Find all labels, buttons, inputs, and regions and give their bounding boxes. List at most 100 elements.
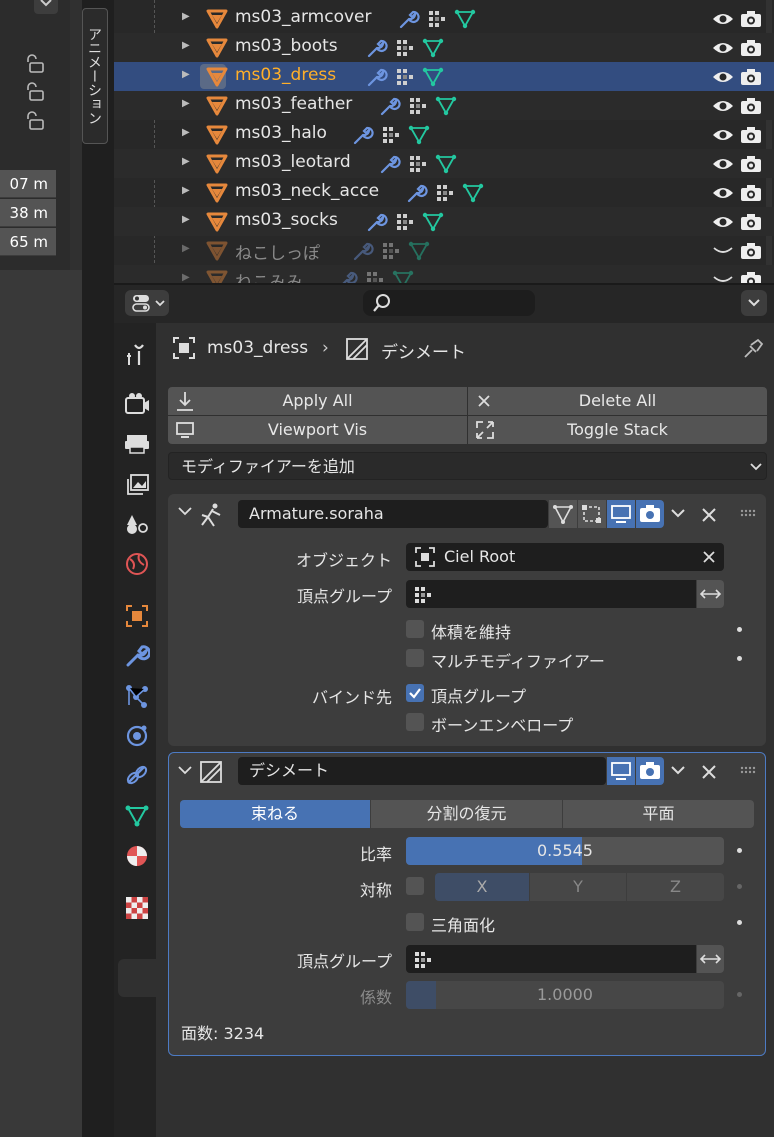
chevron-down-icon[interactable]: [669, 764, 687, 778]
symmetry-axis-x[interactable]: X: [435, 873, 529, 901]
wrench-icon[interactable]: [336, 270, 358, 283]
eye-icon[interactable]: [711, 39, 735, 57]
decimate-name-field[interactable]: デシメート: [238, 757, 606, 785]
expand-arrow-icon[interactable]: ▶: [182, 272, 190, 283]
vertex-group-icon[interactable]: [407, 154, 429, 174]
wrench-icon[interactable]: [366, 67, 388, 87]
armature-name-field[interactable]: Armature.soraha: [238, 500, 548, 528]
bind-vertex-groups-checkbox[interactable]: [406, 684, 424, 702]
lock-icon[interactable]: [24, 111, 46, 131]
dimension-field-y[interactable]: 38 m: [0, 199, 56, 227]
mesh-object-icon[interactable]: [206, 67, 228, 87]
options-dropdown[interactable]: [741, 290, 767, 316]
outliner-row[interactable]: ▶ ms03_halo: [114, 120, 774, 149]
invert-vertex-group-toggle[interactable]: [697, 945, 724, 973]
expand-arrow-icon[interactable]: ▶: [182, 11, 190, 22]
expand-arrow-icon[interactable]: ▶: [182, 156, 190, 167]
outliner-object-name[interactable]: ねこみみ: [235, 268, 303, 283]
eye-icon[interactable]: [711, 126, 735, 144]
eye-icon[interactable]: [711, 68, 735, 86]
mesh-data-icon[interactable]: [422, 67, 444, 87]
close-icon[interactable]: [701, 764, 717, 780]
keyframe-dot[interactable]: [737, 920, 742, 925]
vertex-group-icon[interactable]: [407, 96, 429, 116]
symmetry-axis-z[interactable]: Z: [627, 873, 724, 901]
expand-arrow-icon[interactable]: ▶: [182, 69, 190, 80]
add-modifier-dropdown[interactable]: モディファイアーを追加: [168, 452, 767, 480]
drag-handle-icon[interactable]: [740, 766, 756, 774]
vertex-group-icon[interactable]: [434, 183, 456, 203]
symmetry-axis-y[interactable]: Y: [530, 873, 626, 901]
outliner-row[interactable]: ▶ ms03_dress: [114, 62, 774, 91]
drag-handle-icon[interactable]: [740, 509, 756, 517]
close-icon[interactable]: [701, 507, 717, 523]
tab-scene[interactable]: [124, 511, 150, 537]
viewport-vis-button[interactable]: Viewport Vis: [168, 416, 467, 444]
mesh-object-icon[interactable]: [206, 125, 228, 145]
wrench-icon[interactable]: [379, 96, 401, 116]
vertex-group-icon[interactable]: [426, 9, 448, 29]
collapse-chevron-icon[interactable]: [177, 764, 193, 778]
viewport-toggle[interactable]: [607, 757, 635, 785]
keyframe-dot[interactable]: [737, 627, 742, 632]
mesh-data-icon[interactable]: [462, 183, 484, 203]
mesh-data-icon[interactable]: [392, 270, 414, 283]
clear-icon[interactable]: [702, 550, 716, 564]
expand-arrow-icon[interactable]: ▶: [182, 243, 190, 254]
chevron-down-icon[interactable]: [669, 507, 687, 521]
camera-icon[interactable]: [739, 38, 763, 58]
eye-icon[interactable]: [711, 10, 735, 28]
expand-arrow-icon[interactable]: ▶: [182, 98, 190, 109]
tab-view-layer[interactable]: [124, 473, 150, 499]
expand-arrow-icon[interactable]: ▶: [182, 185, 190, 196]
camera-icon[interactable]: [739, 270, 763, 283]
collapse-chevron-icon[interactable]: [177, 505, 193, 519]
multi-modifier-checkbox[interactable]: [406, 649, 424, 667]
tab-output[interactable]: [124, 431, 150, 457]
mesh-data-icon[interactable]: [422, 212, 444, 232]
eye-closed-icon[interactable]: [711, 242, 735, 260]
outliner-object-name[interactable]: ms03_boots: [235, 36, 338, 56]
wrench-icon[interactable]: [398, 9, 420, 29]
tab-object[interactable]: [124, 603, 150, 629]
outliner-row[interactable]: ▶ ms03_neck_acce: [114, 178, 774, 207]
vertex-group-icon[interactable]: [394, 212, 416, 232]
tab-constraints[interactable]: [124, 763, 150, 789]
outliner-row[interactable]: ▶ ms03_socks: [114, 207, 774, 236]
viewport-toggle[interactable]: [607, 500, 635, 528]
outliner-object-name[interactable]: ms03_armcover: [235, 7, 371, 27]
mesh-object-icon[interactable]: [206, 154, 228, 174]
lock-icon[interactable]: [24, 54, 46, 74]
keyframe-dot[interactable]: [737, 884, 742, 889]
outliner-row[interactable]: ▶ ms03_feather: [114, 91, 774, 120]
symmetry-checkbox[interactable]: [406, 877, 424, 895]
preserve-volume-checkbox[interactable]: [406, 620, 424, 638]
outliner-row[interactable]: ▶ ms03_boots: [114, 33, 774, 62]
mesh-data-icon[interactable]: [435, 154, 457, 174]
outliner-row[interactable]: ▶ ms03_armcover: [114, 4, 774, 33]
outliner-row[interactable]: ▶ ねこしっぽ: [114, 236, 774, 265]
edit-mode-toggle[interactable]: [549, 500, 577, 528]
vertex-group-icon[interactable]: [394, 67, 416, 87]
expand-arrow-icon[interactable]: ▶: [182, 214, 190, 225]
camera-icon[interactable]: [739, 241, 763, 261]
mesh-object-icon[interactable]: [206, 38, 228, 58]
camera-icon[interactable]: [739, 9, 763, 29]
camera-icon[interactable]: [739, 125, 763, 145]
keyframe-dot[interactable]: [737, 656, 742, 661]
camera-icon[interactable]: [739, 154, 763, 174]
eye-icon[interactable]: [711, 213, 735, 231]
outliner-row[interactable]: ▶ ms03_leotard: [114, 149, 774, 178]
camera-icon[interactable]: [739, 183, 763, 203]
delete-all-button[interactable]: Delete All: [468, 387, 767, 415]
factor-slider[interactable]: 1.0000: [406, 981, 724, 1009]
expand-arrow-icon[interactable]: ▶: [182, 40, 190, 51]
outliner-object-name[interactable]: ms03_socks: [235, 210, 338, 230]
editor-type-button[interactable]: [125, 290, 169, 316]
mesh-data-icon[interactable]: [454, 9, 476, 29]
camera-icon[interactable]: [739, 96, 763, 116]
toggle-stack-button[interactable]: Toggle Stack: [468, 416, 767, 444]
tab-data[interactable]: [124, 803, 150, 829]
dimension-field-z[interactable]: 65 m: [0, 228, 56, 256]
triangulate-checkbox[interactable]: [406, 913, 424, 931]
